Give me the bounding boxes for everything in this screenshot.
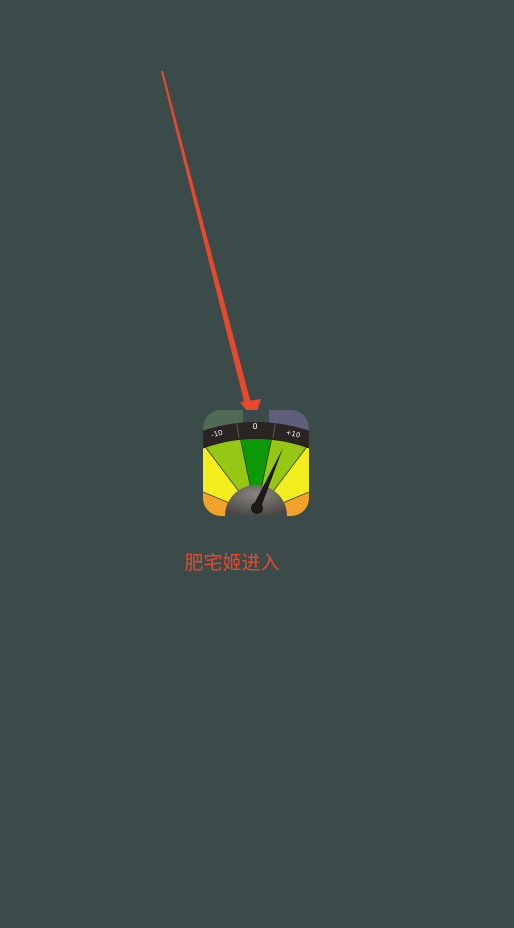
app-icon[interactable]: -10 0 +10 <box>203 410 309 516</box>
gauge-meter-icon: -10 0 +10 <box>203 410 309 516</box>
app-label[interactable]: 肥宅姬进入 <box>179 550 285 576</box>
scale-label-zero: 0 <box>252 422 257 431</box>
